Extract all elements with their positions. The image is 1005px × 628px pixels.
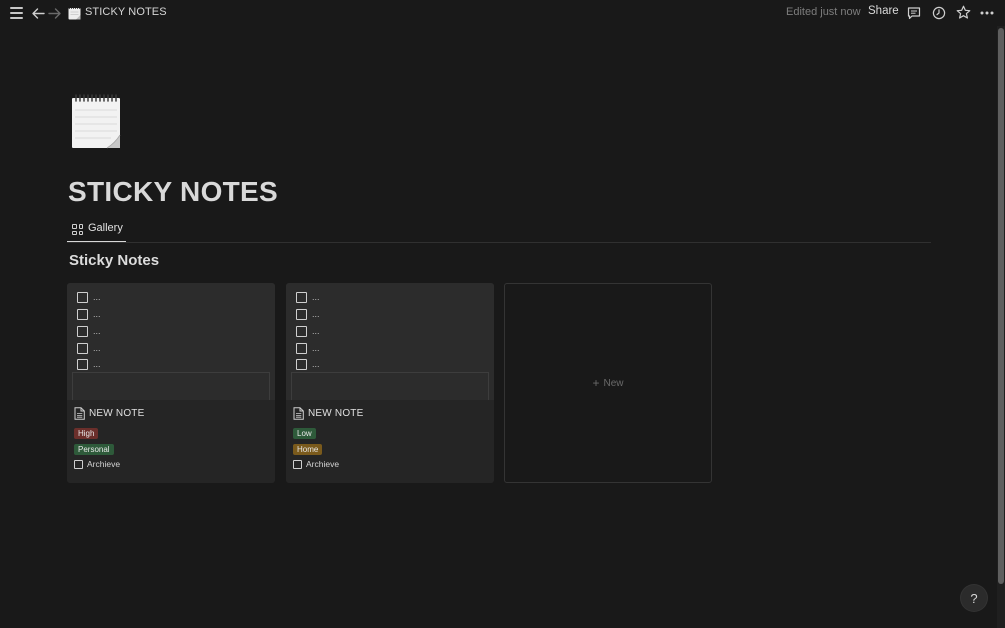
help-button[interactable]: ? xyxy=(961,585,987,611)
checkbox[interactable] xyxy=(77,291,88,303)
card-title[interactable]: NEW NOTE xyxy=(74,407,145,420)
comment-icon[interactable] xyxy=(906,5,922,21)
archive-label: Archieve xyxy=(87,459,121,469)
page-title[interactable]: STICKY NOTES xyxy=(68,176,278,208)
checkbox[interactable] xyxy=(296,358,307,370)
gallery-icon xyxy=(72,224,83,235)
category-tag: Personal xyxy=(74,444,114,455)
checklist-item: ... xyxy=(77,308,101,320)
archive-checkbox[interactable] xyxy=(74,459,83,469)
checklist-item: ... xyxy=(77,342,101,354)
more-icon[interactable] xyxy=(978,5,996,21)
archive-property: Archieve xyxy=(293,459,339,469)
clock-icon[interactable] xyxy=(931,5,947,21)
card-preview: ... ... ... ... ... xyxy=(67,283,275,400)
card-preview: ... ... ... ... ... xyxy=(286,283,494,400)
checkbox[interactable] xyxy=(296,291,307,303)
checkbox[interactable] xyxy=(296,308,307,320)
tab-label: Gallery xyxy=(88,222,123,234)
priority-tag: High xyxy=(74,428,99,439)
gallery-card[interactable]: ... ... ... ... ... NEW NOTE High Person… xyxy=(67,283,275,483)
priority-tag: Low xyxy=(293,428,316,439)
checklist-item: ... xyxy=(296,325,320,337)
checklist-item: ... xyxy=(296,308,320,320)
checkbox[interactable] xyxy=(296,325,307,337)
back-arrow-icon[interactable] xyxy=(30,4,46,22)
plus-icon: + xyxy=(592,376,600,390)
preview-empty-block xyxy=(72,372,270,400)
top-bar: STICKY NOTES Edited just now Share xyxy=(0,0,1005,26)
archive-property: Archieve xyxy=(74,459,120,469)
share-button[interactable]: Share xyxy=(868,5,899,17)
card-title[interactable]: NEW NOTE xyxy=(293,407,364,420)
checklist-item: ... xyxy=(296,291,320,303)
tab-divider xyxy=(67,242,931,243)
document-icon xyxy=(74,407,85,420)
category-tag: Home xyxy=(293,444,323,455)
card-title-text: NEW NOTE xyxy=(89,408,145,419)
checkbox[interactable] xyxy=(77,325,88,337)
breadcrumb[interactable]: STICKY NOTES xyxy=(85,6,167,18)
gallery-card[interactable]: ... ... ... ... ... NEW NOTE Low Home Ar… xyxy=(286,283,494,483)
tab-gallery[interactable]: Gallery xyxy=(67,222,128,243)
card-body: NEW NOTE Low Home Archieve xyxy=(286,400,494,483)
new-card-label: New xyxy=(603,377,624,389)
checklist-item: ... xyxy=(77,291,101,303)
document-icon xyxy=(293,407,304,420)
card-title-text: NEW NOTE xyxy=(308,408,364,419)
card-body: NEW NOTE High Personal Archieve xyxy=(67,400,275,483)
archive-label: Archieve xyxy=(306,459,340,469)
checkbox[interactable] xyxy=(77,342,88,354)
forward-arrow-icon[interactable] xyxy=(46,4,62,22)
menu-icon[interactable] xyxy=(9,6,23,20)
edited-status: Edited just now xyxy=(786,6,861,18)
spiral-notepad-icon[interactable] xyxy=(71,93,121,149)
checklist-item: ... xyxy=(296,358,320,370)
checklist-item: ... xyxy=(296,342,320,354)
checkbox[interactable] xyxy=(77,358,88,370)
notepad-icon xyxy=(67,6,81,20)
star-icon[interactable] xyxy=(955,4,972,21)
checkbox[interactable] xyxy=(296,342,307,354)
preview-empty-block xyxy=(291,372,489,400)
scrollbar-thumb[interactable] xyxy=(998,28,1004,584)
app-window: STICKY NOTES Edited just now Share STICK… xyxy=(0,0,1005,628)
archive-checkbox[interactable] xyxy=(293,459,302,469)
new-card-button[interactable]: + New xyxy=(504,283,712,483)
checklist-item: ... xyxy=(77,325,101,337)
checkbox[interactable] xyxy=(77,308,88,320)
checklist-item: ... xyxy=(77,358,101,370)
database-title[interactable]: Sticky Notes xyxy=(69,252,159,269)
